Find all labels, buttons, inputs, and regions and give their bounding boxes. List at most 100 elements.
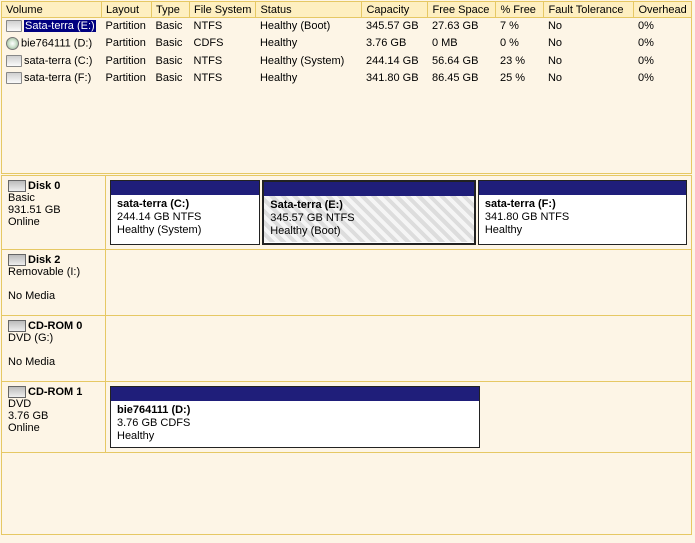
disk-info-line: Removable (I:) bbox=[8, 266, 101, 278]
volume-row[interactable]: bie764111 (D:)PartitionBasicCDFSHealthy3… bbox=[2, 35, 692, 52]
cell-ft: No bbox=[544, 35, 634, 52]
cell-free: 0 MB bbox=[428, 35, 496, 52]
col-type[interactable]: Type bbox=[152, 2, 190, 18]
cell-capacity: 3.76 GB bbox=[362, 35, 428, 52]
partition-stripe bbox=[479, 181, 686, 195]
partition-box[interactable]: sata-terra (F:)341.80 GB NTFSHealthy bbox=[478, 180, 687, 245]
cell-free: 56.64 GB bbox=[428, 52, 496, 69]
disk-info-line: Online bbox=[8, 422, 101, 434]
disk-info[interactable]: CD-ROM 0DVD (G:) No Media bbox=[2, 316, 106, 381]
disk-title: CD-ROM 1 bbox=[28, 386, 82, 398]
volume-row[interactable]: sata-terra (F:) PartitionBasicNTFSHealthy… bbox=[2, 69, 692, 86]
volume-row[interactable]: sata-terra (C:)PartitionBasicNTFSHealthy… bbox=[2, 52, 692, 69]
partition-name: sata-terra (F:) bbox=[485, 198, 680, 211]
cell-type: Basic bbox=[152, 18, 190, 35]
partition-box[interactable]: sata-terra (C:)244.14 GB NTFSHealthy (Sy… bbox=[110, 180, 260, 245]
partition-name: bie764111 (D:) bbox=[117, 404, 473, 417]
partition-status: Healthy (System) bbox=[117, 224, 253, 237]
cell-capacity: 341.80 GB bbox=[362, 69, 428, 86]
col-volume[interactable]: Volume bbox=[2, 2, 102, 18]
disk-info[interactable]: Disk 2Removable (I:) No Media bbox=[2, 250, 106, 315]
disk-row: CD-ROM 1DVD3.76 GBOnlinebie764111 (D:)3.… bbox=[2, 382, 691, 453]
column-headers-row: Volume Layout Type File System Status Ca… bbox=[2, 2, 692, 18]
cell-ft: No bbox=[544, 69, 634, 86]
partition-box[interactable]: bie764111 (D:)3.76 GB CDFSHealthy bbox=[110, 386, 480, 448]
partition-box[interactable]: Sata-terra (E:)345.57 GB NTFSHealthy (Bo… bbox=[262, 180, 476, 245]
disk-row: CD-ROM 0DVD (G:) No Media bbox=[2, 316, 691, 382]
partition-info: 244.14 GB NTFS bbox=[117, 211, 253, 224]
col-capacity[interactable]: Capacity bbox=[362, 2, 428, 18]
cell-oh: 0% bbox=[634, 52, 692, 69]
hard-drive-icon bbox=[6, 72, 22, 84]
cd-drive-icon bbox=[6, 37, 19, 50]
disk-row: Disk 0Basic931.51 GBOnlinesata-terra (C:… bbox=[2, 176, 691, 250]
partition-name: Sata-terra (E:) bbox=[270, 199, 468, 212]
disk-partitions: sata-terra (C:)244.14 GB NTFSHealthy (Sy… bbox=[106, 176, 691, 249]
disk-title: Disk 2 bbox=[28, 254, 60, 266]
col-pctfree[interactable]: % Free bbox=[496, 2, 544, 18]
cell-ft: No bbox=[544, 18, 634, 35]
cell-status: Healthy bbox=[256, 69, 362, 86]
partition-info: 3.76 GB CDFS bbox=[117, 417, 473, 430]
cell-status: Healthy bbox=[256, 35, 362, 52]
cell-oh: 0% bbox=[634, 18, 692, 35]
cell-pct: 7 % bbox=[496, 18, 544, 35]
cell-oh: 0% bbox=[634, 35, 692, 52]
disk-icon bbox=[8, 254, 26, 266]
volume-name: sata-terra (F:) bbox=[24, 72, 91, 84]
optical-drive-icon bbox=[8, 386, 26, 398]
cell-pct: 25 % bbox=[496, 69, 544, 86]
cell-layout: Partition bbox=[102, 52, 152, 69]
disk-title: CD-ROM 0 bbox=[28, 320, 82, 332]
cell-type: Basic bbox=[152, 35, 190, 52]
disk-info[interactable]: CD-ROM 1DVD3.76 GBOnline bbox=[2, 382, 106, 452]
disk-info-line bbox=[8, 278, 101, 290]
partition-status: Healthy bbox=[485, 224, 680, 237]
col-filesystem[interactable]: File System bbox=[190, 2, 256, 18]
cell-capacity: 345.57 GB bbox=[362, 18, 428, 35]
col-faulttol[interactable]: Fault Tolerance bbox=[544, 2, 634, 18]
cell-layout: Partition bbox=[102, 18, 152, 35]
cell-fs: NTFS bbox=[190, 52, 256, 69]
col-freespace[interactable]: Free Space bbox=[428, 2, 496, 18]
col-overhead[interactable]: Overhead bbox=[634, 2, 692, 18]
disk-info-line: 3.76 GB bbox=[8, 410, 101, 422]
partition-info: 345.57 GB NTFS bbox=[270, 212, 468, 225]
cell-type: Basic bbox=[152, 69, 190, 86]
cell-fs: NTFS bbox=[190, 69, 256, 86]
partition-stripe bbox=[111, 387, 479, 401]
disk-row: Disk 2Removable (I:) No Media bbox=[2, 250, 691, 316]
hard-drive-icon bbox=[6, 20, 22, 32]
partition-name: sata-terra (C:) bbox=[117, 198, 253, 211]
volume-list-table[interactable]: Volume Layout Type File System Status Ca… bbox=[1, 1, 692, 174]
col-status[interactable]: Status bbox=[256, 2, 362, 18]
cell-ft: No bbox=[544, 52, 634, 69]
disk-info-line: Basic bbox=[8, 192, 101, 204]
hard-drive-icon bbox=[6, 55, 22, 67]
volume-name: bie764111 (D:) bbox=[21, 37, 92, 49]
volume-row[interactable]: Sata-terra (E:)PartitionBasicNTFSHealthy… bbox=[2, 18, 692, 35]
disk-info-line bbox=[8, 344, 101, 356]
cell-free: 27.63 GB bbox=[428, 18, 496, 35]
disk-info-line: No Media bbox=[8, 356, 101, 368]
disk-graphical-pane: Disk 0Basic931.51 GBOnlinesata-terra (C:… bbox=[1, 175, 692, 535]
disk-info-line: No Media bbox=[8, 290, 101, 302]
disk-info-line: Online bbox=[8, 216, 101, 228]
cell-pct: 0 % bbox=[496, 35, 544, 52]
disk-info-line: DVD (G:) bbox=[8, 332, 101, 344]
cell-fs: CDFS bbox=[190, 35, 256, 52]
cell-type: Basic bbox=[152, 52, 190, 69]
cell-layout: Partition bbox=[102, 69, 152, 86]
cell-oh: 0% bbox=[634, 69, 692, 86]
disk-partitions: bie764111 (D:)3.76 GB CDFSHealthy bbox=[106, 382, 691, 452]
partition-stripe bbox=[264, 182, 474, 196]
partition-info: 341.80 GB NTFS bbox=[485, 211, 680, 224]
partition-stripe bbox=[111, 181, 259, 195]
optical-drive-icon bbox=[8, 320, 26, 332]
cell-status: Healthy (System) bbox=[256, 52, 362, 69]
col-layout[interactable]: Layout bbox=[102, 2, 152, 18]
disk-icon bbox=[8, 180, 26, 192]
disk-info[interactable]: Disk 0Basic931.51 GBOnline bbox=[2, 176, 106, 249]
cell-pct: 23 % bbox=[496, 52, 544, 69]
cell-fs: NTFS bbox=[190, 18, 256, 35]
